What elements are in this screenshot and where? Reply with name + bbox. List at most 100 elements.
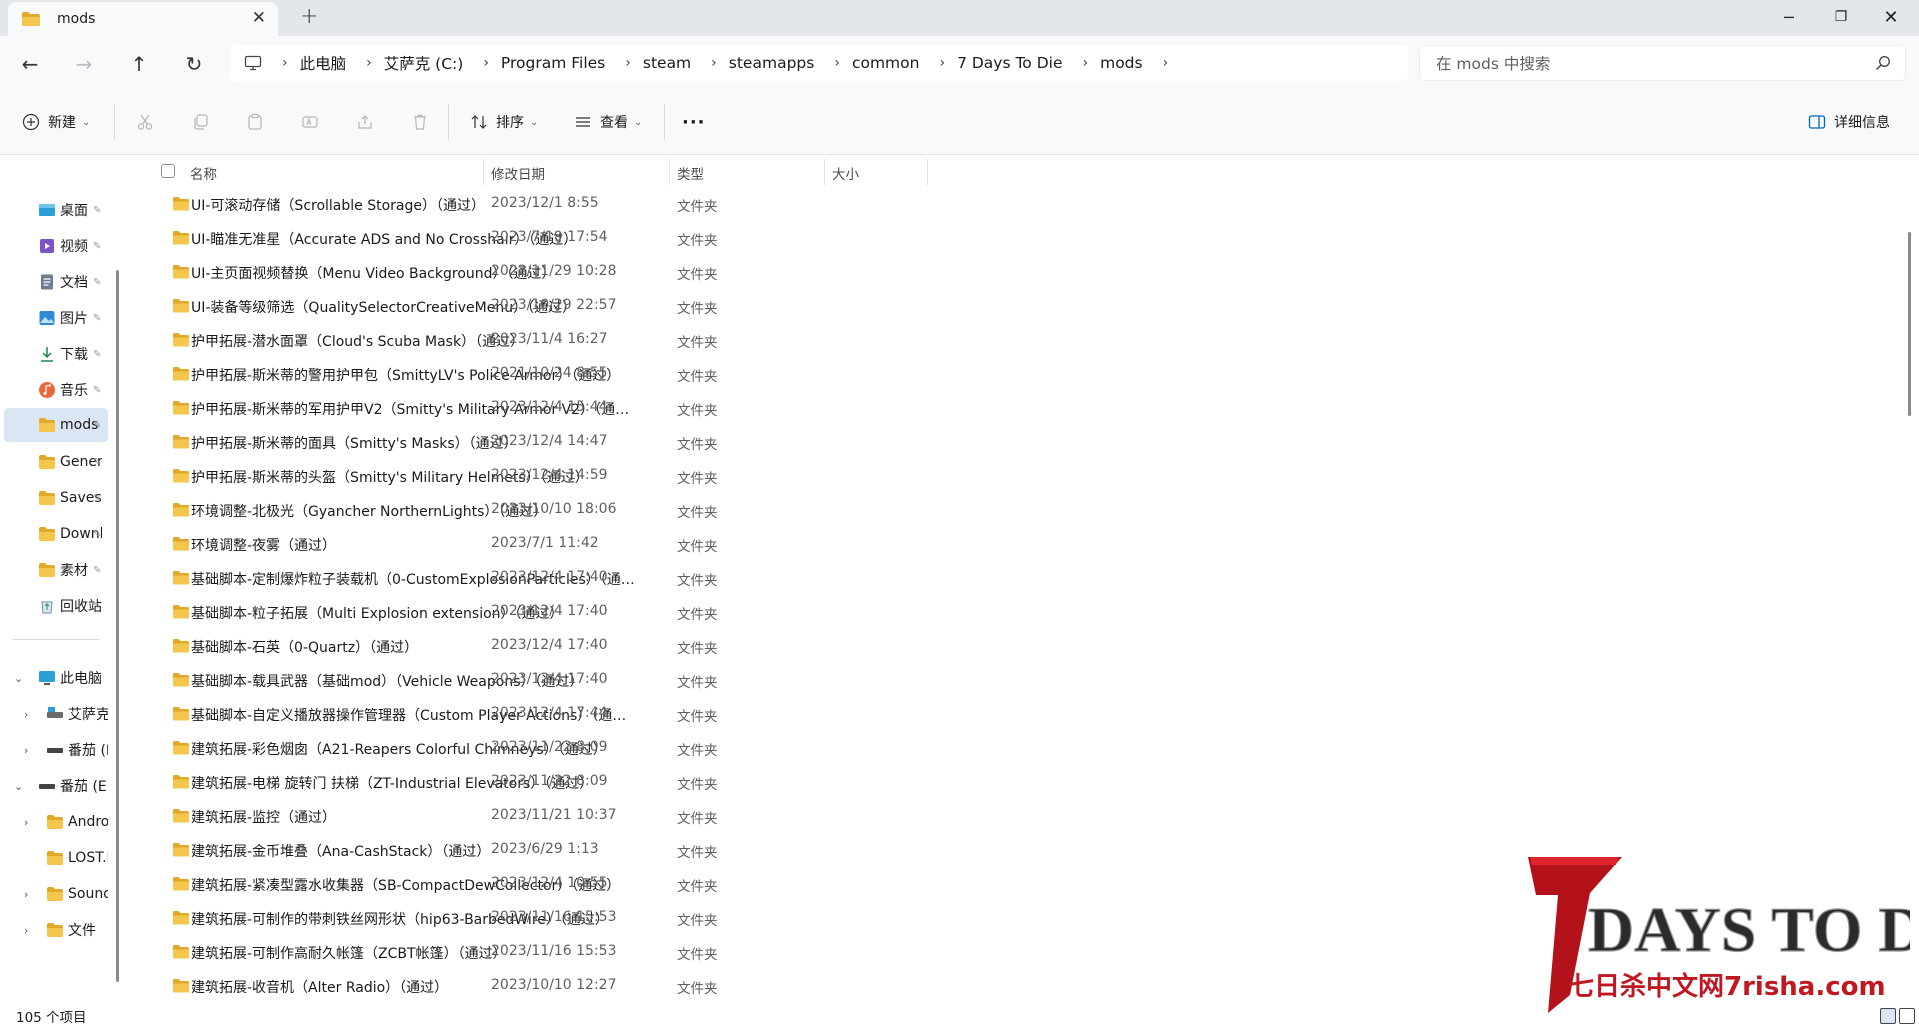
rename-button[interactable] [301,110,319,134]
chevron-right-icon[interactable]: › [24,744,28,757]
table-row[interactable]: 环境调整-夜雾（通过） 2023/7/1 11:42 文件夹 [164,527,854,561]
table-row[interactable]: UI-主页面视频替换（Menu Video Background）（通过） 202… [164,255,854,289]
tree-item-android[interactable]: › Android [0,805,108,839]
column-divider[interactable] [669,159,670,185]
breadcrumb-common[interactable]: common [852,54,920,72]
new-tab-button[interactable]: + [300,4,318,29]
file-list-scrollbar[interactable] [1908,232,1911,416]
more-options-button[interactable]: ··· [682,110,706,134]
column-header-type[interactable]: 类型 [677,163,704,183]
new-button[interactable]: 新建 ⌄ [22,110,90,134]
restore-button[interactable]: ❐ [1818,0,1864,34]
chevron-right-icon[interactable]: › [366,55,372,71]
column-divider[interactable] [483,159,484,185]
chevron-down-icon[interactable]: ⌄ [14,780,23,793]
table-row[interactable]: 护甲拓展-斯米蒂的头盔（Smitty's Military Helmets）（通… [164,459,854,493]
table-row[interactable]: 基础脚本-石英（0-Quartz）（通过） 2023/12/4 17:40 文件夹 [164,629,854,663]
tab-close-icon[interactable]: ✕ [252,8,266,28]
breadcrumb-mods[interactable]: mods [1100,54,1143,72]
table-row[interactable]: 基础脚本-自定义播放器操作管理器（Custom Player Actions）（… [164,697,854,731]
tree-item-sounds[interactable]: › Sounds [0,877,108,911]
tree-item-drive-d[interactable]: › 番茄 (D:) [0,733,108,767]
chevron-right-icon[interactable]: › [24,708,28,721]
sidebar-item-desktop[interactable]: 桌面 ✎ [0,193,108,227]
sidebar-item-downloads[interactable]: 下载 ✎ [0,337,108,371]
search-box[interactable] [1419,45,1906,81]
sidebar-item-saves[interactable]: Saves ✎ [0,481,108,515]
chevron-right-icon[interactable]: › [625,55,631,71]
back-button[interactable]: ← [16,50,44,78]
sidebar-item-documents[interactable]: 文档 ✎ [0,265,108,299]
cut-button[interactable] [136,110,154,134]
chevron-right-icon[interactable]: › [24,924,28,937]
select-all-checkbox[interactable] [161,164,175,178]
chevron-right-icon[interactable]: › [1163,55,1169,71]
column-header-name[interactable]: 名称 [190,163,217,183]
paste-button[interactable] [246,110,264,134]
breadcrumb[interactable]: › 此电脑 › 艾萨克 (C:) › Program Files › steam… [230,45,1408,81]
chevron-right-icon[interactable]: › [834,55,840,71]
breadcrumb-7-days-to-die[interactable]: 7 Days To Die [957,54,1062,72]
sort-button[interactable]: 排序 ⌄ [470,110,538,134]
breadcrumb-steam[interactable]: steam [643,54,691,72]
breadcrumb-this-pc[interactable]: 此电脑 [300,52,347,74]
table-row[interactable]: 环境调整-北极光（Gyancher NorthernLights）（通过） 202… [164,493,854,527]
chevron-right-icon[interactable]: › [1082,55,1088,71]
table-row[interactable]: 护甲拓展-潜水面罩（Cloud's Scuba Mask）（通过） 2023/11… [164,323,854,357]
table-row[interactable]: 建筑拓展-收音机（Alter Radio）（通过） 2023/10/10 12:2… [164,969,854,1003]
column-header-size[interactable]: 大小 [832,163,859,183]
delete-button[interactable] [411,110,429,134]
table-row[interactable]: 护甲拓展-斯米蒂的警用护甲包（SmittyLV's Police Armor）（… [164,357,854,391]
column-divider[interactable] [824,159,825,185]
table-row[interactable]: 建筑拓展-电梯 旋转门 扶梯（ZT-Industrial Elevators）（… [164,765,854,799]
share-button[interactable] [356,110,374,134]
column-header-date[interactable]: 修改日期 [491,163,545,183]
sidebar-scrollbar[interactable] [116,270,119,982]
up-button[interactable]: ↑ [125,50,153,78]
table-row[interactable]: UI-装备等级筛选（QualitySelectorCreativeMenu）（通… [164,289,854,323]
tree-item-this-pc[interactable]: ⌄ 此电脑 [0,661,108,695]
table-row[interactable]: 基础脚本-载具武器（基础mod）（Vehicle Weapons）（通过） 202… [164,663,854,697]
table-row[interactable]: 建筑拓展-可制作的带刺铁丝网形状（hip63-BarbedWire）（通过） 20… [164,901,854,935]
sidebar-item-music[interactable]: 音乐 ✎ [0,373,108,407]
sidebar-item-mods[interactable]: mods ✎ [4,408,108,442]
chevron-right-icon[interactable]: › [282,55,288,71]
tree-item-drive-e[interactable]: ⌄ 番茄 (E:) [0,769,108,803]
chevron-right-icon[interactable]: › [711,55,717,71]
sidebar-item-downloads-folder[interactable]: Downloads ✎ [0,517,108,551]
tree-item-files[interactable]: › 文件 [0,913,108,947]
refresh-button[interactable]: ↻ [180,50,208,78]
tree-item-lost-dir[interactable]: LOST.DIR [0,841,108,875]
minimize-button[interactable]: ─ [1766,0,1812,34]
table-row[interactable]: 基础脚本-粒子拓展（Multi Explosion extension）（通过）… [164,595,854,629]
table-row[interactable]: 建筑拓展-紧凑型露水收集器（SB-CompactDewCollector）（通过… [164,867,854,901]
copy-button[interactable] [192,110,210,134]
sidebar-item-pictures[interactable]: 图片 ✎ [0,301,108,335]
tree-item-drive-c[interactable]: › 艾萨克 (C:) [0,697,108,731]
table-row[interactable]: UI-瞄准无准星（Accurate ADS and No Crosshair）（… [164,221,854,255]
table-row[interactable]: 建筑拓展-可制作高耐久帐篷（ZCBT帐篷）（通过） 2023/11/16 15:5… [164,935,854,969]
chevron-right-icon[interactable]: › [939,55,945,71]
table-row[interactable]: UI-可滚动存储（Scrollable Storage）（通过） 2023/12/… [164,187,854,221]
table-row[interactable]: 建筑拓展-监控（通过） 2023/11/21 10:37 文件夹 [164,799,854,833]
search-icon[interactable] [1875,55,1891,71]
chevron-right-icon[interactable]: › [24,816,28,829]
breadcrumb-program-files[interactable]: Program Files [501,54,605,72]
column-divider[interactable] [927,159,928,185]
breadcrumb-steamapps[interactable]: steamapps [729,54,815,72]
table-row[interactable]: 护甲拓展-斯米蒂的面具（Smitty's Masks）（通过） 2023/12/4… [164,425,854,459]
chevron-right-icon[interactable]: › [483,55,489,71]
table-row[interactable]: 基础脚本-定制爆炸粒子装载机（0-CustomExplosionParticle… [164,561,854,595]
search-input[interactable] [1434,52,1858,76]
sidebar-item-materials[interactable]: 素材 ✎ [0,553,108,587]
breadcrumb-drive-c[interactable]: 艾萨克 (C:) [384,52,464,74]
table-row[interactable]: 护甲拓展-斯米蒂的军用护甲V2（Smitty's Military Armor … [164,391,854,425]
forward-button[interactable]: → [70,50,98,78]
view-button[interactable]: 查看 ⌄ [574,110,642,134]
details-pane-button[interactable]: 详细信息 [1808,110,1890,134]
sidebar-item-videos[interactable]: 视频 ✎ [0,229,108,263]
chevron-right-icon[interactable]: › [24,888,28,901]
close-button[interactable]: ✕ [1868,0,1914,34]
sidebar-item-generated[interactable]: Generated ✎ [0,445,108,479]
sidebar-item-recycle-bin[interactable]: 回收站 ✎ [0,589,108,623]
